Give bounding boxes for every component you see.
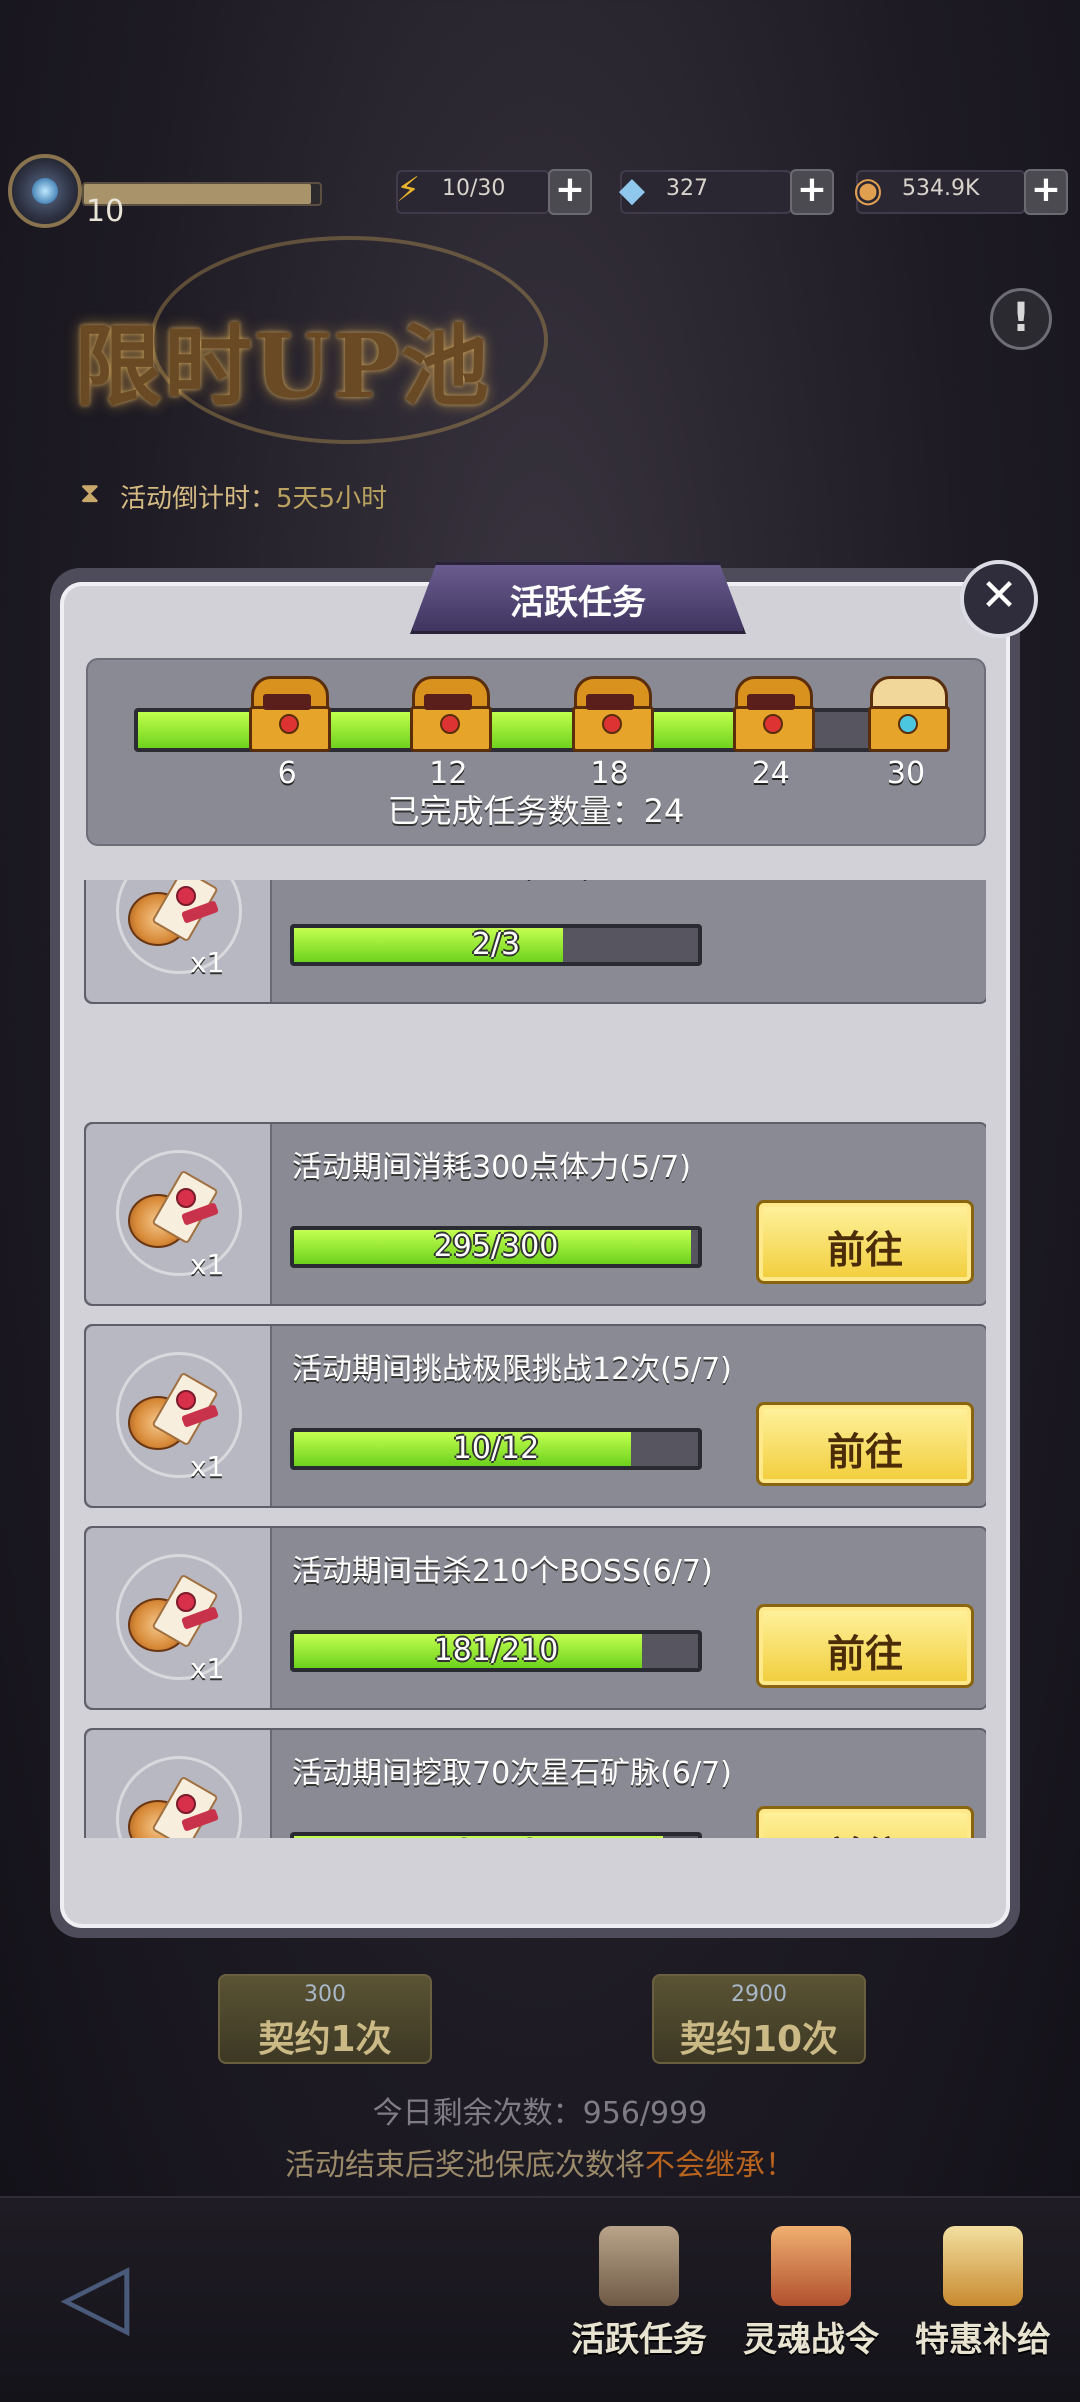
go-button[interactable]: 前往 bbox=[756, 1806, 974, 1838]
bottom-nav: ◁ 活跃任务 灵魂战令 特惠补给 bbox=[0, 2196, 1080, 2402]
nav-item-soul-pass[interactable]: 灵魂战令 bbox=[726, 2226, 896, 2396]
task-row: x1 活动期间挖取70次星石矿脉(6/7) 64/70 前往 bbox=[84, 1728, 986, 1838]
stamina-value: 10/30 bbox=[442, 176, 506, 201]
task-progress-bar: 10/12 bbox=[290, 1428, 702, 1470]
task-progress-bar: 295/300 bbox=[290, 1226, 702, 1268]
gem-counter: ◆ 327 + bbox=[619, 169, 834, 215]
scroll-reward-icon bbox=[124, 880, 220, 946]
gem-value: 327 bbox=[666, 176, 708, 201]
info-button[interactable]: ! bbox=[990, 288, 1052, 350]
reward-chest-icon[interactable] bbox=[568, 676, 654, 752]
stamina-counter: ⚡ 10/30 + bbox=[396, 169, 592, 215]
scroll-quill-icon bbox=[599, 2226, 679, 2306]
event-countdown: ⧗ 活动倒计时：5天5小时 bbox=[80, 476, 388, 515]
go-button[interactable]: 前往 bbox=[756, 1604, 974, 1688]
scroll-reward-icon bbox=[124, 1169, 220, 1248]
player-level-emblem[interactable] bbox=[8, 154, 82, 228]
back-arrow-icon[interactable]: ◁ bbox=[30, 2240, 160, 2350]
nav-label: 灵魂战令 bbox=[743, 2320, 879, 2360]
go-button-label: 前往 bbox=[826, 1632, 903, 1676]
coin-icon: ◉ bbox=[853, 170, 883, 210]
task-name: 活动期间挑战极限挑战12次(5/7) bbox=[292, 1352, 732, 1387]
modal-title: 活跃任务 bbox=[510, 583, 646, 623]
task-progress-text: 64/70 bbox=[294, 1836, 698, 1839]
task-progress-bar: 64/70 bbox=[290, 1832, 702, 1838]
reward-chest-icon[interactable] bbox=[729, 676, 815, 752]
pity-warning: 活动结束后奖池保底次数将不会继承！ bbox=[0, 2140, 1080, 2184]
reward-chest-icon[interactable] bbox=[406, 676, 493, 752]
task-row: x1 活动期间登录5天(2/7) 2/3 bbox=[84, 880, 986, 1004]
reward-slot[interactable]: x1 bbox=[86, 880, 272, 1002]
reward-quantity: x1 bbox=[190, 1450, 225, 1483]
task-progress-text: 2/3 bbox=[471, 927, 521, 962]
remaining-draws: 今日剩余次数：956/999 bbox=[372, 2096, 708, 2131]
task-row: x1 活动期间击杀210个BOSS(6/7) 181/210 前往 bbox=[84, 1526, 986, 1710]
close-button[interactable]: ✕ bbox=[960, 560, 1038, 638]
task-row: x1 活动期间挑战极限挑战12次(5/7) 10/12 前往 bbox=[84, 1324, 986, 1508]
reward-slot[interactable]: x1 bbox=[86, 1124, 272, 1304]
contract-10-label: 契约10次 bbox=[679, 2019, 839, 2060]
task-progress-bar: 2/3 bbox=[290, 924, 702, 966]
gift-box-icon bbox=[943, 2226, 1023, 2306]
completed-count: 已完成任务数量：24 bbox=[387, 792, 685, 830]
task-progress-text: 295/300 bbox=[433, 1229, 559, 1264]
diamond-icon: ◆ bbox=[618, 170, 646, 210]
task-name: 活动期间挖取70次星石矿脉(6/7) bbox=[292, 1756, 732, 1791]
task-row: x1 活动期间消耗300点体力(5/7) 295/300 前往 bbox=[84, 1122, 986, 1306]
scroll-reward-icon bbox=[124, 1371, 220, 1450]
reward-quantity: x1 bbox=[190, 1248, 225, 1281]
go-button-label: 前往 bbox=[759, 1825, 971, 1838]
add-coins-button[interactable]: + bbox=[1024, 169, 1068, 215]
milestone-progress-panel: 6 12 18 24 30 已完成任务数量：24 bbox=[86, 658, 986, 846]
contract-10-cost: 2900 bbox=[731, 1982, 787, 2007]
lightning-icon: ⚡ bbox=[396, 170, 420, 210]
pity-warning-text: 活动结束后奖池保底次数将 bbox=[285, 2148, 645, 2183]
scroll-reward-icon bbox=[124, 1775, 220, 1838]
reward-chest-icon[interactable] bbox=[245, 676, 332, 752]
task-progress-text: 10/12 bbox=[452, 1431, 540, 1466]
contract-1-label: 契约1次 bbox=[258, 2019, 392, 2060]
banner-title: 限时UP池 bbox=[74, 314, 491, 418]
go-button[interactable]: 前往 bbox=[756, 1402, 974, 1486]
reward-slot[interactable]: x1 bbox=[86, 1326, 272, 1506]
nav-item-active-tasks[interactable]: 活跃任务 bbox=[554, 2226, 724, 2396]
contract-10-button[interactable]: 2900 契约10次 bbox=[652, 1974, 866, 2064]
coin-counter: ◉ 534.9K + bbox=[853, 169, 1068, 215]
reward-quantity: x1 bbox=[190, 1652, 225, 1685]
nav-label: 活跃任务 bbox=[571, 2320, 707, 2360]
task-list[interactable]: x1 活动期间登录5天(2/7) 2/3 x1 活动期间消耗300点体力(5/7) 295… bbox=[84, 880, 986, 1838]
contract-1-button[interactable]: 300 契约1次 bbox=[218, 1974, 432, 2064]
scroll-icon bbox=[771, 2226, 851, 2306]
go-button-label: 前往 bbox=[826, 1228, 903, 1272]
status-bar: 10 ⚡ 10/30 + ◆ 327 + ◉ 534.9K + bbox=[0, 140, 1080, 240]
hourglass-icon: ⧗ bbox=[80, 476, 100, 509]
reward-chest-icon[interactable] bbox=[864, 676, 950, 752]
add-stamina-button[interactable]: + bbox=[548, 169, 592, 215]
go-button[interactable]: 前往 bbox=[756, 1200, 974, 1284]
nav-item-special-supply[interactable]: 特惠补给 bbox=[898, 2226, 1068, 2396]
pity-warning-highlight: 不会继承！ bbox=[645, 2148, 795, 2183]
task-progress-bar: 181/210 bbox=[290, 1630, 702, 1672]
player-level: 10 bbox=[86, 194, 125, 229]
contract-1-cost: 300 bbox=[304, 1982, 346, 2007]
countdown-label: 活动倒计时： bbox=[120, 484, 277, 514]
task-name: 活动期间登录5天(2/7) bbox=[292, 880, 593, 884]
task-name: 活动期间消耗300点体力(5/7) bbox=[292, 1150, 691, 1185]
add-gems-button[interactable]: + bbox=[790, 169, 834, 215]
reward-quantity: x1 bbox=[190, 946, 225, 979]
coin-value: 534.9K bbox=[902, 176, 980, 201]
go-button-label: 前往 bbox=[826, 1430, 903, 1474]
scroll-reward-icon bbox=[124, 1573, 220, 1652]
task-progress-text: 181/210 bbox=[433, 1633, 559, 1668]
reward-slot[interactable]: x1 bbox=[86, 1528, 272, 1708]
nav-label: 特惠补给 bbox=[915, 2320, 1051, 2360]
task-name: 活动期间击杀210个BOSS(6/7) bbox=[292, 1554, 713, 1589]
countdown-value: 5天5小时 bbox=[276, 484, 388, 514]
reward-slot[interactable]: x1 bbox=[86, 1730, 272, 1838]
modal-title-ribbon: 活跃任务 bbox=[410, 562, 746, 634]
